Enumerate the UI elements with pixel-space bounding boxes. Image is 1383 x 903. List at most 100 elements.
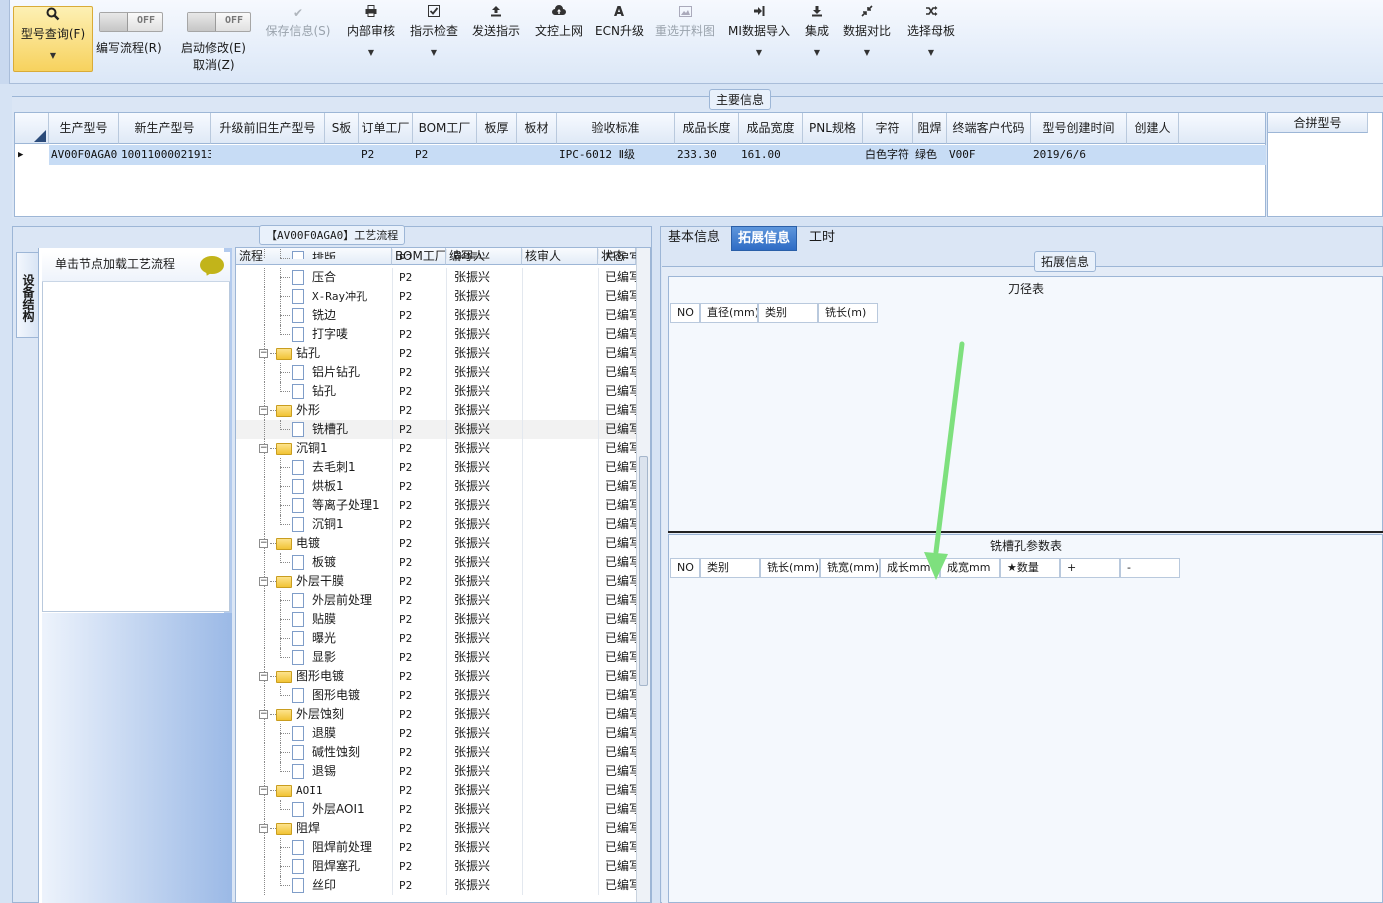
flow-step-name[interactable]: 阻焊 [296,819,392,838]
select-motherboard-button[interactable]: 选择母板 ▼ [903,4,959,74]
grid-cell[interactable]: 白色字符 [863,145,913,165]
flow-step-name[interactable]: 铝片钻孔 [312,363,392,382]
flow-row[interactable]: 压合 P2 张振兴 已编写 [236,268,636,287]
grid-cell[interactable]: 161.00 [739,145,803,165]
flow-row[interactable]: 外层AOI1 P2 张振兴 已编写 [236,800,636,819]
flow-step-name[interactable]: 退膜 [312,724,392,743]
flow-step-name[interactable]: 电镀 [296,534,392,553]
flow-row[interactable]: 烘板1 P2 张振兴 已编写 [236,477,636,496]
column-header[interactable]: 新生产型号 [119,113,211,144]
flow-step-name[interactable]: 碱性蚀刻 [312,743,392,762]
column-header[interactable]: PNL规格 [803,113,863,144]
flow-row[interactable]: 丝印 P2 张振兴 已编写 [236,876,636,895]
column-header[interactable]: 生产型号 [49,113,119,144]
slot-column-header[interactable]: 类别 [700,558,760,578]
tool-column-header[interactable]: 铣长(m) [818,303,878,323]
data-compare-button[interactable]: 数据对比 ▼ [840,4,894,74]
tool-column-header[interactable]: 直径(mm) [700,303,758,323]
flow-step-name[interactable]: 铣边 [312,306,392,325]
flow-row[interactable]: 外层前处理 P2 张振兴 已编写 [236,591,636,610]
grid-cell[interactable] [517,145,557,165]
flow-row[interactable]: − 图形电镀 P2 张振兴 已编写 [236,667,636,686]
flow-row[interactable]: 铝片钻孔 P2 张振兴 已编写 [236,363,636,382]
flow-row[interactable]: − 外层蚀刻 P2 张振兴 已编写 [236,705,636,724]
reselect-cutting-chart-button[interactable]: 重选开料图 [653,4,717,74]
column-header[interactable]: 成品宽度 [739,113,803,144]
grid-cell[interactable]: 2019/6/6 [1031,145,1127,165]
collapse-icon[interactable]: − [259,710,268,719]
chevron-down-icon[interactable]: ▼ [14,49,92,63]
tool-column-header[interactable]: 类别 [758,303,818,323]
grid-cell[interactable]: 10011000021913 [119,145,211,165]
flow-step-name[interactable]: 等离子处理1 [312,496,392,515]
tool-column-header[interactable]: NO [670,303,700,323]
flow-step-name[interactable]: 钻孔 [312,382,392,401]
flow-step-name[interactable]: 外层蚀刻 [296,705,392,724]
grid-cell[interactable] [803,145,863,165]
flow-step-name[interactable]: 阻焊前处理 [312,838,392,857]
flow-step-name[interactable]: 显影 [312,648,392,667]
flow-row[interactable]: − AOI1 P2 张振兴 已编写 [236,781,636,800]
flow-step-name[interactable]: 阻焊塞孔 [312,857,392,876]
flow-step-name[interactable]: 压合 [312,268,392,287]
ecn-upgrade-button[interactable]: ECN升级 [595,4,644,74]
collapse-icon[interactable]: − [259,406,268,415]
flow-row[interactable]: 阻焊塞孔 P2 张振兴 已编写 [236,857,636,876]
column-header[interactable]: 升级前旧生产型号 [211,113,325,144]
column-header[interactable]: 板厚 [477,113,517,144]
flow-row[interactable]: − 电镀 P2 张振兴 已编写 [236,534,636,553]
column-header[interactable]: 成品长度 [675,113,739,144]
flow-step-name[interactable]: 铣槽孔 [312,420,392,439]
send-instruction-button[interactable]: 发送指示 [468,4,524,74]
grid-cell[interactable]: IPC-6012 Ⅱ级 [557,145,675,165]
slot-column-header[interactable]: + [1060,558,1120,578]
slot-column-header[interactable]: 铣宽(mm) [820,558,880,578]
collapse-icon[interactable]: − [259,577,268,586]
flow-step-name[interactable]: AOI1 [296,781,392,800]
flow-row[interactable]: 贴膜 P2 张振兴 已编写 [236,610,636,629]
flow-row[interactable]: 等离子处理1 P2 张振兴 已编写 [236,496,636,515]
grid-cell[interactable]: AV00F0AGA0 [49,145,119,165]
collapse-icon[interactable]: − [259,349,268,358]
flow-step-name[interactable]: X-Ray冲孔 [312,287,392,306]
flow-row[interactable]: 显影 P2 张振兴 已编写 [236,648,636,667]
slot-column-header[interactable]: 铣长(mm) [760,558,820,578]
flow-step-name[interactable]: 丝印 [312,876,392,895]
flow-step-name[interactable]: 退锡 [312,762,392,781]
query-model-button[interactable]: 型号查询(F) ▼ [13,6,93,72]
flow-row[interactable]: 退膜 P2 张振兴 已编写 [236,724,636,743]
tab-extension-info[interactable]: 拓展信息 [731,226,798,251]
chevron-down-icon[interactable]: ▼ [406,46,462,60]
flow-step-name[interactable]: 烘板1 [312,477,392,496]
grid-cell[interactable] [1127,145,1179,165]
flow-step-name[interactable]: 图形电镀 [312,686,392,705]
flow-step-name[interactable]: 排版 [312,249,392,259]
flow-row[interactable]: 退锡 P2 张振兴 已编写 [236,762,636,781]
chevron-down-icon[interactable]: ▼ [840,46,894,60]
flow-row[interactable]: X-Ray冲孔 P2 张振兴 已编写 [236,287,636,306]
grid-cell[interactable] [325,145,359,165]
flow-row[interactable]: 铣边 P2 张振兴 已编写 [236,306,636,325]
collapse-icon[interactable]: − [259,672,268,681]
column-header[interactable]: 阻焊 [913,113,947,144]
grid-cell[interactable]: V00F [947,145,1031,165]
grid-cell[interactable]: 233.30 [675,145,739,165]
flow-row[interactable]: 板镀 P2 张振兴 已编写 [236,553,636,572]
slot-column-header[interactable]: NO [670,558,700,578]
start-modify-toggle[interactable]: OFF [187,12,251,32]
column-header[interactable]: 验收标准 [557,113,675,144]
column-header[interactable]: 型号创建时间 [1031,113,1127,144]
column-header[interactable]: 终端客户代码 [947,113,1031,144]
flow-row[interactable]: − 沉铜1 P2 张振兴 已编写 [236,439,636,458]
flow-row[interactable]: − 外形 P2 张振兴 已编写 [236,401,636,420]
grid-cell[interactable] [477,145,517,165]
collapse-icon[interactable]: − [259,786,268,795]
flow-row[interactable]: 碱性蚀刻 P2 张振兴 已编写 [236,743,636,762]
column-header[interactable]: 字符 [863,113,913,144]
slot-column-header[interactable]: ★数量 [1000,558,1060,578]
edit-flow-toggle[interactable]: OFF [99,12,163,32]
flow-step-name[interactable]: 外层干膜 [296,572,392,591]
flow-row[interactable]: 去毛刺1 P2 张振兴 已编写 [236,458,636,477]
flow-step-name[interactable]: 图形电镀 [296,667,392,686]
internal-review-button[interactable]: 内部审核 ▼ [343,4,399,74]
